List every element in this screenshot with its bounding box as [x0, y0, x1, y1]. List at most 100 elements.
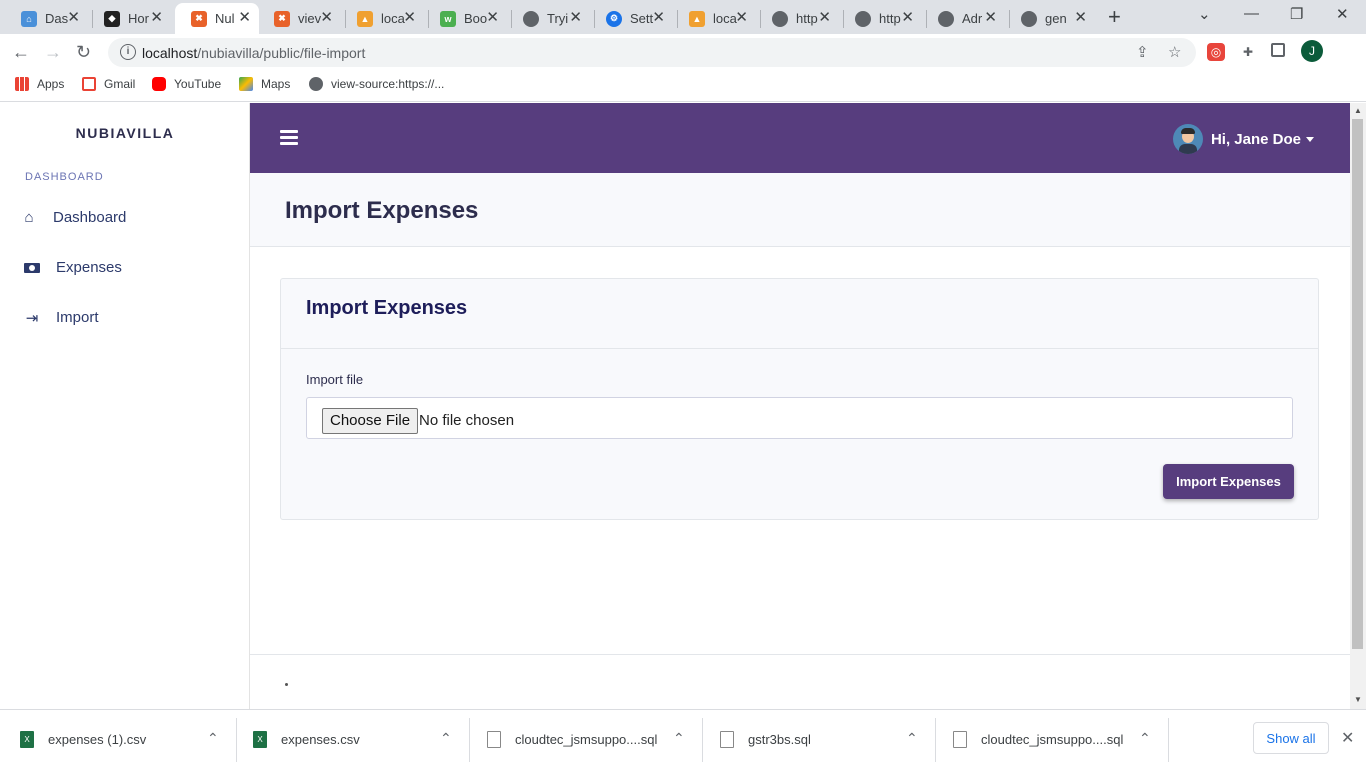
page-footer: [250, 654, 1350, 709]
avatar: [1172, 124, 1203, 154]
gear-icon: ⚙: [606, 10, 622, 27]
close-icon[interactable]: ✕: [984, 10, 997, 26]
card-title: Import Expenses: [306, 297, 468, 319]
scroll-up-arrow-icon[interactable]: ▲: [1354, 106, 1362, 115]
file-input[interactable]: Choose File No file chosen: [306, 397, 1293, 439]
page-title: Import Expenses: [285, 197, 479, 224]
choose-file-button[interactable]: Choose File: [322, 408, 419, 434]
side-panel-icon[interactable]: [1271, 43, 1285, 57]
download-item[interactable]: Xexpenses (1).csv ⌃: [20, 710, 219, 768]
close-icon[interactable]: ✕: [569, 10, 582, 26]
user-dropdown[interactable]: Hi, Jane Doe: [1172, 124, 1314, 154]
phpmyadmin-icon: ▲: [689, 10, 705, 27]
close-icon[interactable]: ✕: [320, 10, 333, 26]
browser-tab[interactable]: ⚙ Sett ✕: [590, 3, 673, 34]
browser-tab[interactable]: ▲ loca ✕: [341, 3, 424, 34]
browser-tab[interactable]: w Boo ✕: [424, 3, 507, 34]
bookmark-view-source[interactable]: view-source:https://...: [309, 77, 444, 91]
address-bar[interactable]: i localhost/nubiavilla/public/file-impor…: [108, 38, 1196, 67]
bookmark-apps[interactable]: Apps: [15, 77, 64, 91]
sidebar-item-import[interactable]: ⇥ Import: [23, 309, 99, 327]
browser-tab[interactable]: Adr ✕: [922, 3, 1005, 34]
chevron-up-icon[interactable]: ⌃: [207, 730, 219, 747]
close-icon[interactable]: ✕: [403, 10, 416, 26]
chevron-up-icon[interactable]: ⌃: [906, 730, 918, 747]
minimize-icon[interactable]: —: [1244, 5, 1259, 22]
tab-search-chevron-icon[interactable]: ⌄: [1198, 5, 1211, 23]
globe-icon: [309, 77, 323, 91]
shield-icon: ◆: [104, 10, 120, 27]
sidebar-item-expenses[interactable]: Expenses: [23, 259, 122, 276]
profile-avatar[interactable]: J: [1301, 40, 1323, 62]
browser-tab[interactable]: Tryi ✕: [507, 3, 590, 34]
browser-tab[interactable]: http ✕: [839, 3, 922, 34]
url-text[interactable]: localhost/nubiavilla/public/file-import: [142, 45, 365, 61]
browser-tab[interactable]: http ✕: [756, 3, 839, 34]
brand-logo[interactable]: NUBIAVILLA: [0, 125, 250, 141]
page-header: Import Expenses: [250, 173, 1350, 247]
close-icon[interactable]: ✕: [1074, 10, 1087, 26]
restore-icon[interactable]: ❐: [1290, 5, 1303, 23]
apps-grid-icon: [15, 77, 29, 91]
phpmyadmin-icon: ▲: [357, 10, 373, 27]
bookmark-youtube[interactable]: YouTube: [152, 77, 221, 91]
share-icon[interactable]: ⇪: [1136, 43, 1149, 61]
globe-icon: [1021, 10, 1037, 27]
browser-tab[interactable]: ⌂ Das ✕: [5, 3, 88, 34]
browser-tab-active[interactable]: ✖ Nul ✕: [175, 3, 259, 34]
import-expenses-button[interactable]: Import Expenses: [1163, 464, 1294, 499]
new-tab-plus-icon[interactable]: +: [1108, 4, 1121, 30]
browser-tab[interactable]: ▲ loca ✕: [673, 3, 756, 34]
bookmarks-bar: Apps Gmail YouTube Maps view-source:http…: [0, 70, 1366, 102]
w3schools-icon: w: [440, 10, 456, 27]
xampp-icon: ✖: [274, 10, 290, 27]
sidebar-heading: DASHBOARD: [25, 171, 104, 183]
chevron-up-icon[interactable]: ⌃: [1139, 730, 1151, 747]
close-icon[interactable]: ✕: [238, 10, 251, 26]
browser-tab[interactable]: gen ✕: [1005, 3, 1095, 34]
bookmark-gmail[interactable]: Gmail: [82, 77, 135, 91]
file-import-icon: ⇥: [25, 309, 39, 327]
bookmark-maps[interactable]: Maps: [239, 77, 290, 91]
excel-file-icon: X: [253, 730, 267, 748]
close-icon[interactable]: ✕: [1341, 728, 1354, 748]
extension-icon[interactable]: ◎: [1207, 43, 1225, 61]
close-icon[interactable]: ✕: [67, 10, 80, 26]
close-icon[interactable]: ✕: [901, 10, 914, 26]
download-item[interactable]: gstr3bs.sql ⌃: [720, 710, 918, 768]
puzzle-extensions-icon[interactable]: ✚: [1239, 43, 1257, 61]
download-item[interactable]: cloudtec_jsmsuppo....sql ⌃: [487, 710, 685, 768]
browser-tab-strip: ⌂ Das ✕ ◆ Hor ✕ ✖ Nul ✕ ✖ viev ✕ ▲ loca ✕ w Boo ✕ Tr…: [0, 0, 1366, 34]
download-item[interactable]: cloudtec_jsmsuppo....sql ⌃: [953, 710, 1151, 768]
forward-arrow-icon[interactable]: →: [44, 42, 62, 63]
close-icon[interactable]: ✕: [652, 10, 665, 26]
bookmark-star-icon[interactable]: ☆: [1168, 43, 1181, 61]
browser-toolbar: ← → ↻ i localhost/nubiavilla/public/file…: [0, 34, 1366, 70]
window-close-icon[interactable]: ✕: [1336, 5, 1349, 23]
youtube-icon: [152, 77, 166, 91]
sidebar-item-dashboard[interactable]: ⌂ Dashboard: [20, 209, 126, 226]
web-page: NUBIAVILLA DASHBOARD ⌂ Dashboard Expenses…: [0, 103, 1350, 709]
reload-icon[interactable]: ↻: [76, 42, 91, 63]
import-file-label: Import file: [306, 372, 364, 387]
close-icon[interactable]: ✕: [735, 10, 748, 26]
file-icon: [487, 730, 501, 748]
site-info-icon[interactable]: i: [120, 44, 136, 60]
back-arrow-icon[interactable]: ←: [12, 42, 30, 63]
show-all-downloads-button[interactable]: Show all: [1253, 722, 1329, 754]
download-item[interactable]: Xexpenses.csv ⌃: [253, 710, 452, 768]
globe-icon: [855, 10, 871, 27]
close-icon[interactable]: ✕: [150, 10, 163, 26]
page-scrollbar[interactable]: ▲ ▼: [1350, 103, 1366, 709]
globe-icon: [938, 10, 954, 27]
chevron-up-icon[interactable]: ⌃: [673, 730, 685, 747]
close-icon[interactable]: ✕: [486, 10, 499, 26]
chevron-up-icon[interactable]: ⌃: [440, 730, 452, 747]
hamburger-menu-icon[interactable]: [280, 130, 298, 145]
browser-tab[interactable]: ◆ Hor ✕: [88, 3, 171, 34]
close-icon[interactable]: ✕: [818, 10, 831, 26]
scrollbar-thumb[interactable]: [1352, 119, 1363, 649]
top-navbar: Hi, Jane Doe: [250, 103, 1350, 173]
scroll-down-arrow-icon[interactable]: ▼: [1354, 695, 1362, 704]
browser-tab[interactable]: ✖ viev ✕: [258, 3, 341, 34]
